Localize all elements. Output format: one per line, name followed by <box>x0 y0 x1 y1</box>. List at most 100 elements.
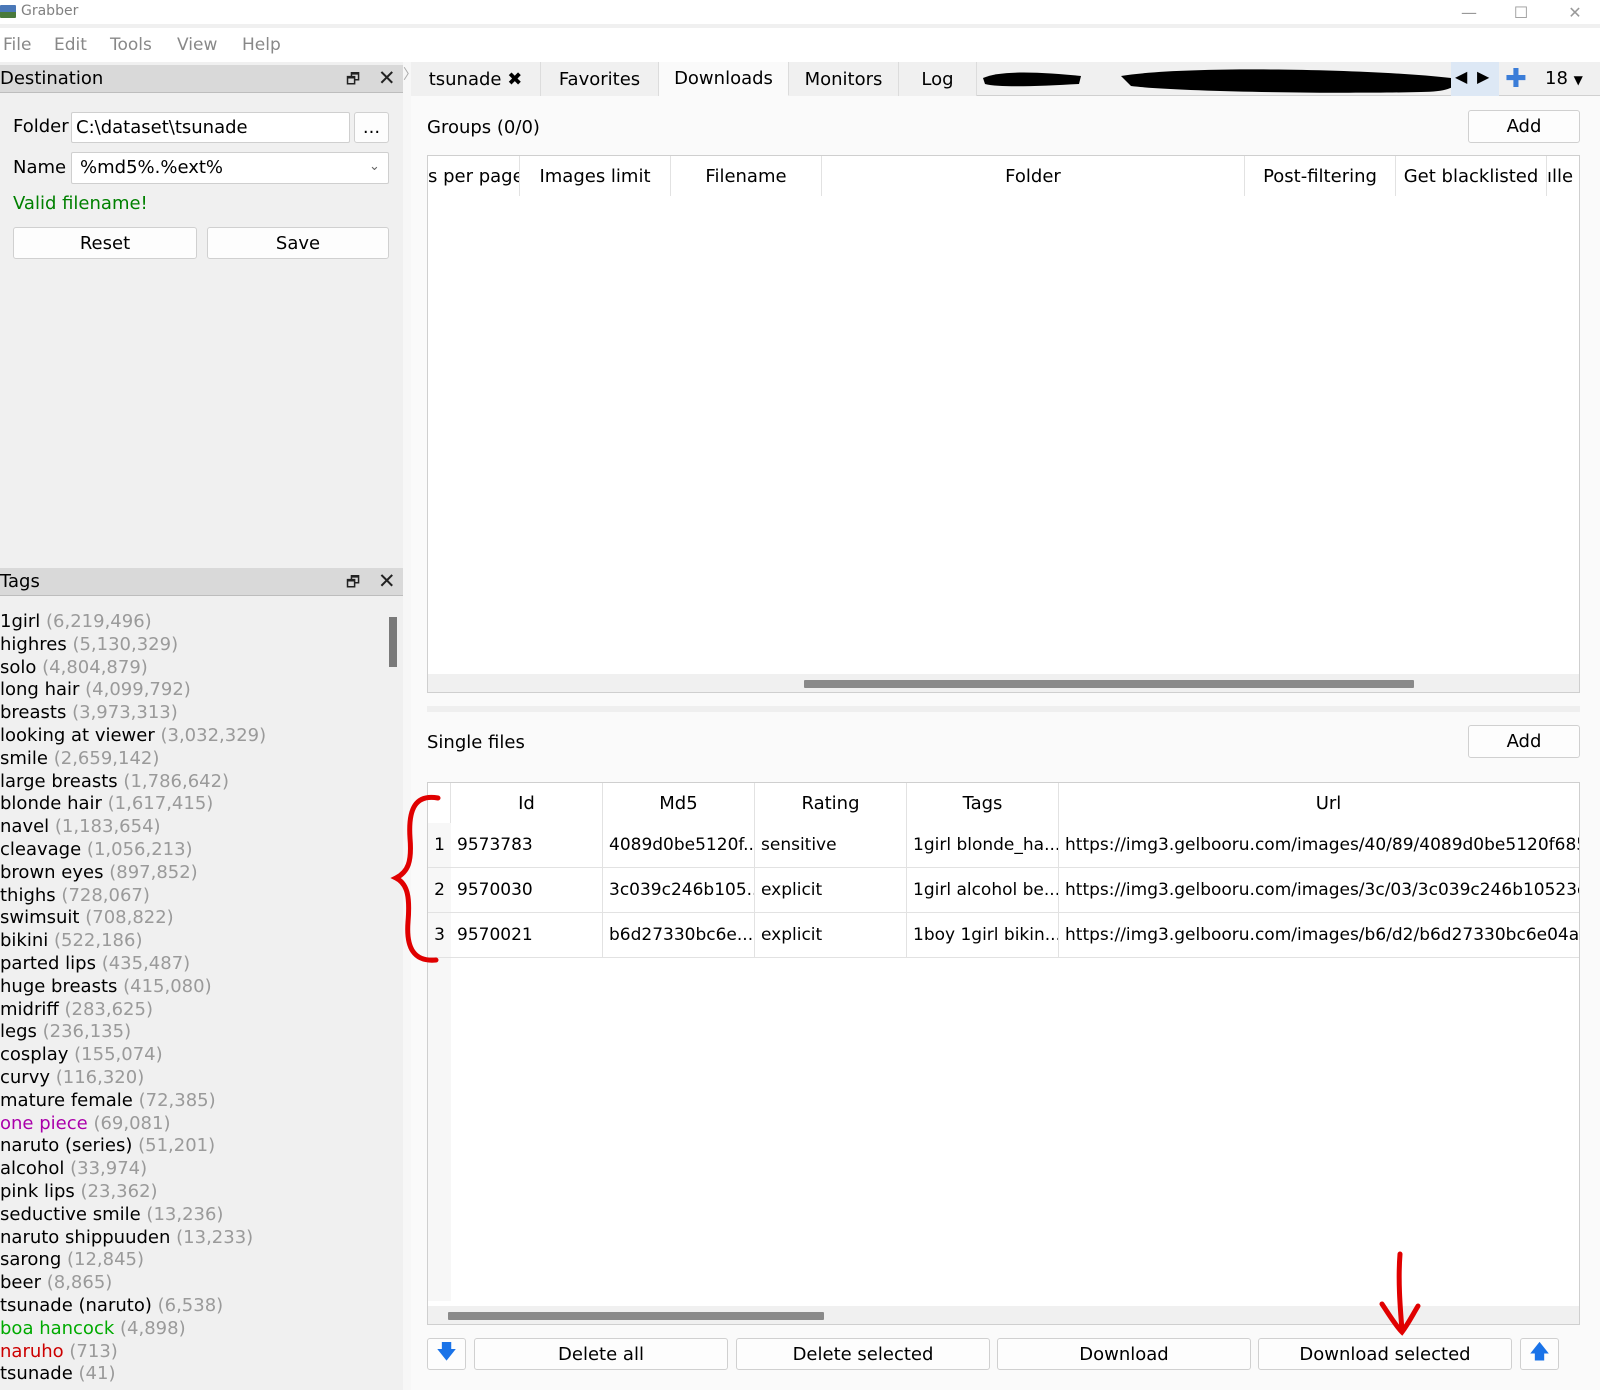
minimize-button[interactable]: — <box>1446 0 1492 24</box>
cell-md5[interactable]: b6d27330bc6e... <box>603 913 755 958</box>
tag-name[interactable]: mature female <box>0 1090 133 1111</box>
folder-input[interactable] <box>71 112 350 143</box>
tag-item[interactable]: naruto (series) (51,201) <box>0 1134 215 1157</box>
tag-name[interactable]: boa hancock <box>0 1318 114 1339</box>
maximize-button[interactable]: ☐ <box>1498 0 1544 24</box>
panel-splitter[interactable] <box>427 706 1580 712</box>
tag-name[interactable]: blonde hair <box>0 793 102 814</box>
add-tab-icon[interactable]: ✚ <box>1505 64 1527 94</box>
tag-item[interactable]: one piece (69,081) <box>0 1112 170 1135</box>
tab-count[interactable]: 18 ▼ <box>1545 68 1583 89</box>
tab-tsunade[interactable]: tsunade ✖ <box>411 62 541 96</box>
tag-name[interactable]: bikini <box>0 930 48 951</box>
move-down-button[interactable]: 🡇 <box>427 1338 466 1370</box>
tag-item[interactable]: brown eyes (897,852) <box>0 861 198 884</box>
tag-name[interactable]: large breasts <box>0 771 118 792</box>
tag-item[interactable]: alcohol (33,974) <box>0 1157 147 1180</box>
menu-file[interactable]: File <box>3 35 31 55</box>
delete-selected-button[interactable]: Delete selected <box>736 1338 990 1370</box>
col-url[interactable]: Url <box>1059 783 1579 823</box>
tag-name[interactable]: thighs <box>0 885 56 906</box>
tab-log[interactable]: Log <box>899 62 977 96</box>
single-files-add-button[interactable]: Add <box>1468 725 1580 758</box>
cell-id[interactable]: 9573783 <box>451 823 603 868</box>
tag-item[interactable]: solo (4,804,879) <box>0 656 148 679</box>
tag-item[interactable]: sarong (12,845) <box>0 1248 144 1271</box>
tag-name[interactable]: cleavage <box>0 839 81 860</box>
filename-combo[interactable]: %md5%.%ext% ⌄ <box>71 152 389 184</box>
tag-name[interactable]: alcohol <box>0 1158 64 1179</box>
groups-col-images-limit[interactable]: Images limit <box>520 156 671 196</box>
groups-table[interactable]: s per page Images limit Filename Folder … <box>427 155 1580 693</box>
tag-name[interactable]: swimsuit <box>0 907 79 928</box>
groups-col-filename[interactable]: Filename <box>671 156 822 196</box>
tag-item[interactable]: thighs (728,067) <box>0 884 150 907</box>
save-button[interactable]: Save <box>207 227 389 259</box>
cell-rating[interactable]: explicit <box>755 913 907 958</box>
tag-item[interactable]: navel (1,183,654) <box>0 815 161 838</box>
cell-rating[interactable]: sensitive <box>755 823 907 868</box>
tag-name[interactable]: tsunade <box>0 1363 73 1384</box>
tag-name[interactable]: brown eyes <box>0 862 103 883</box>
tag-item[interactable]: beer (8,865) <box>0 1271 112 1294</box>
delete-all-button[interactable]: Delete all <box>474 1338 728 1370</box>
groups-hscroll-thumb[interactable] <box>804 680 1414 688</box>
tag-item[interactable]: swimsuit (708,822) <box>0 906 174 929</box>
col-tags[interactable]: Tags <box>907 783 1059 823</box>
tag-name[interactable]: pink lips <box>0 1181 75 1202</box>
move-up-button[interactable]: 🡅 <box>1520 1338 1559 1370</box>
tag-item[interactable]: pink lips (23,362) <box>0 1180 158 1203</box>
tag-item[interactable]: huge breasts (415,080) <box>0 975 212 998</box>
tag-item[interactable]: large breasts (1,786,642) <box>0 770 229 793</box>
groups-add-button[interactable]: Add <box>1468 110 1580 143</box>
tag-item[interactable]: 1girl (6,219,496) <box>0 610 152 633</box>
cell-tags[interactable]: 1boy 1girl bikin... <box>907 913 1059 958</box>
tag-name[interactable]: looking at viewer <box>0 725 155 746</box>
tag-item[interactable]: naruho (713) <box>0 1340 118 1363</box>
tag-name[interactable]: naruto shippuuden <box>0 1227 170 1248</box>
tag-item[interactable]: tsunade (41) <box>0 1362 115 1385</box>
tag-item[interactable]: looking at viewer (3,032,329) <box>0 724 266 747</box>
tag-name[interactable]: beer <box>0 1272 41 1293</box>
tab-scroll-left-icon[interactable]: ◀ <box>1455 67 1467 86</box>
dock-splitter[interactable]: 〉 <box>403 62 417 1390</box>
tag-name[interactable]: legs <box>0 1021 37 1042</box>
tab-monitors[interactable]: Monitors <box>789 62 899 96</box>
tag-name[interactable]: highres <box>0 634 67 655</box>
groups-col-folder[interactable]: Folder <box>822 156 1245 196</box>
col-md5[interactable]: Md5 <box>603 783 755 823</box>
browse-folder-button[interactable]: ... <box>354 112 389 143</box>
dock-float-icon[interactable]: 🗗 <box>346 572 360 597</box>
tag-name[interactable]: breasts <box>0 702 66 723</box>
cell-url[interactable]: https://img3.gelbooru.com/images/40/89/4… <box>1059 823 1579 868</box>
col-rating[interactable]: Rating <box>755 783 907 823</box>
menu-edit[interactable]: Edit <box>54 35 87 55</box>
tag-name[interactable]: naruto (series) <box>0 1135 132 1156</box>
tag-name[interactable]: huge breasts <box>0 976 117 997</box>
tag-name[interactable]: solo <box>0 657 36 678</box>
tag-item[interactable]: smile (2,659,142) <box>0 747 159 770</box>
tag-name[interactable]: midriff <box>0 999 59 1020</box>
dock-close-icon[interactable]: ✕ <box>378 569 396 593</box>
tag-item[interactable]: boa hancock (4,898) <box>0 1317 186 1340</box>
cell-url[interactable]: https://img3.gelbooru.com/images/b6/d2/b… <box>1059 913 1579 958</box>
tag-item[interactable]: tsunade (naruto) (6,538) <box>0 1294 223 1317</box>
tag-name[interactable]: seductive smile <box>0 1204 141 1225</box>
tag-item[interactable]: long hair (4,099,792) <box>0 678 191 701</box>
tag-name[interactable]: smile <box>0 748 48 769</box>
menu-help[interactable]: Help <box>242 35 281 55</box>
groups-col-post-filtering[interactable]: Post-filtering <box>1245 156 1396 196</box>
cell-md5[interactable]: 3c039c246b105... <box>603 868 755 913</box>
tag-name[interactable]: navel <box>0 816 49 837</box>
tag-item[interactable]: parted lips (435,487) <box>0 952 190 975</box>
tab-downloads[interactable]: Downloads <box>659 62 789 96</box>
tag-item[interactable]: naruto shippuuden (13,233) <box>0 1226 253 1249</box>
tag-name[interactable]: 1girl <box>0 611 40 632</box>
cell-tags[interactable]: 1girl blonde_ha... <box>907 823 1059 868</box>
download-button[interactable]: Download <box>997 1338 1251 1370</box>
menu-tools[interactable]: Tools <box>110 35 152 55</box>
tag-item[interactable]: blonde hair (1,617,415) <box>0 792 213 815</box>
cell-url[interactable]: https://img3.gelbooru.com/images/3c/03/3… <box>1059 868 1579 913</box>
tag-item[interactable]: mature female (72,385) <box>0 1089 216 1112</box>
single-files-hscroll-thumb[interactable] <box>448 1312 824 1320</box>
